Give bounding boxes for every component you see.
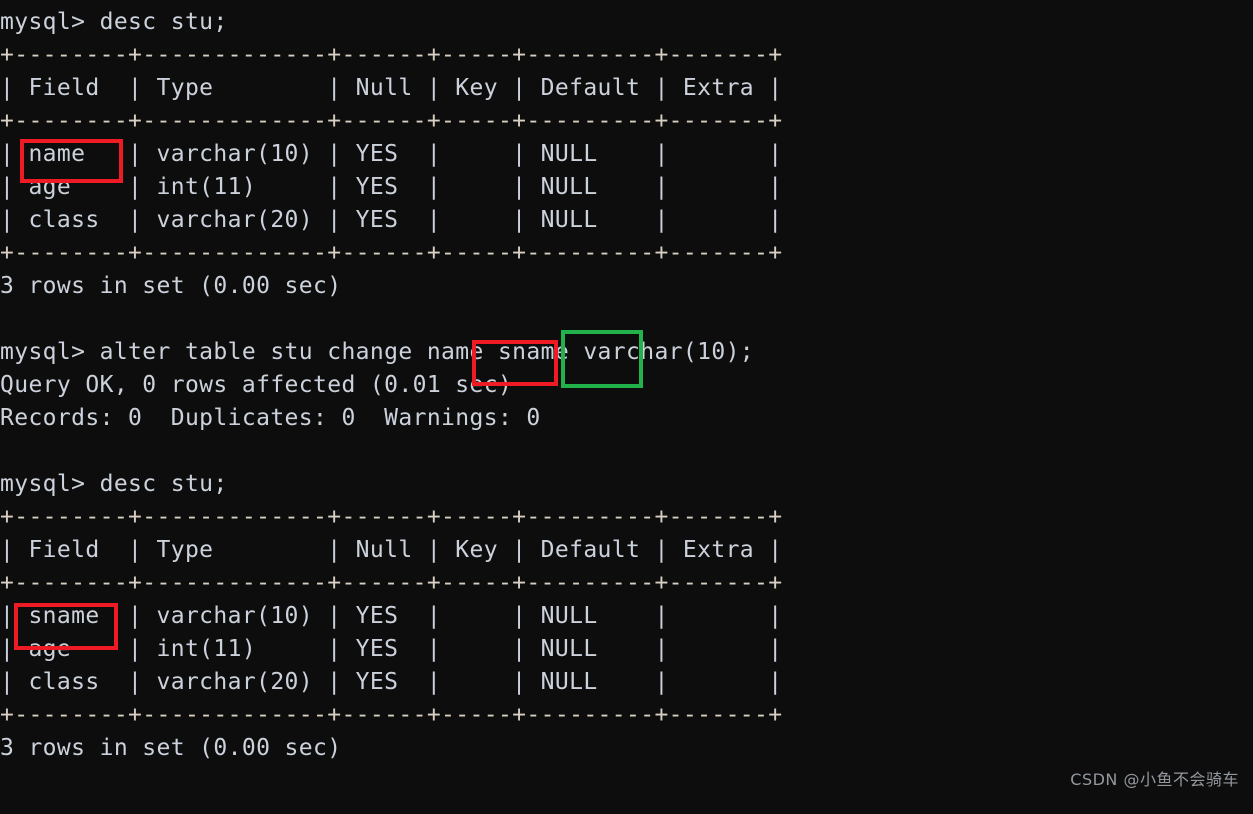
terminal-line: | Field | Type | Null | Key | Default | … xyxy=(0,75,783,101)
terminal-line-cutoff: mysql> xyxy=(0,809,1253,814)
terminal-line: +--------+-------------+------+-----+---… xyxy=(0,570,783,596)
terminal-line: | Field | Type | Null | Key | Default | … xyxy=(0,537,783,563)
terminal-line: | age | int(11) | YES | | NULL | | xyxy=(0,636,783,662)
terminal-line: | class | varchar(20) | YES | | NULL | | xyxy=(0,207,783,233)
terminal-line: +--------+-------------+------+-----+---… xyxy=(0,108,783,134)
csdn-watermark: CSDN @小鱼不会骑车 xyxy=(1070,770,1239,789)
terminal-line: Records: 0 Duplicates: 0 Warnings: 0 xyxy=(0,405,541,431)
highlight-box-sname-second-table xyxy=(14,603,118,650)
terminal-line: +--------+-------------+------+-----+---… xyxy=(0,240,783,266)
terminal-line: | age | int(11) | YES | | NULL | | xyxy=(0,174,783,200)
terminal-line: | sname | varchar(10) | YES | | NULL | | xyxy=(0,603,783,629)
terminal-line: 3 rows in set (0.00 sec) xyxy=(0,273,342,299)
highlight-box-sname-alter-statement xyxy=(561,330,643,388)
highlight-box-name-alter-statement xyxy=(472,340,558,386)
highlight-box-name-first-table xyxy=(20,139,123,183)
terminal-line: +--------+-------------+------+-----+---… xyxy=(0,702,783,728)
terminal-line: mysql> desc stu; xyxy=(0,9,228,35)
terminal-line: +--------+-------------+------+-----+---… xyxy=(0,504,783,530)
terminal-line: | name | varchar(10) | YES | | NULL | | xyxy=(0,141,783,167)
terminal-line: mysql> desc stu; xyxy=(0,471,228,497)
terminal-line: +--------+-------------+------+-----+---… xyxy=(0,42,783,68)
terminal-window: mysql> desc stu; +--------+-------------… xyxy=(0,0,1253,814)
terminal-line: | class | varchar(20) | YES | | NULL | | xyxy=(0,669,783,695)
terminal-line: 3 rows in set (0.00 sec) xyxy=(0,735,342,761)
